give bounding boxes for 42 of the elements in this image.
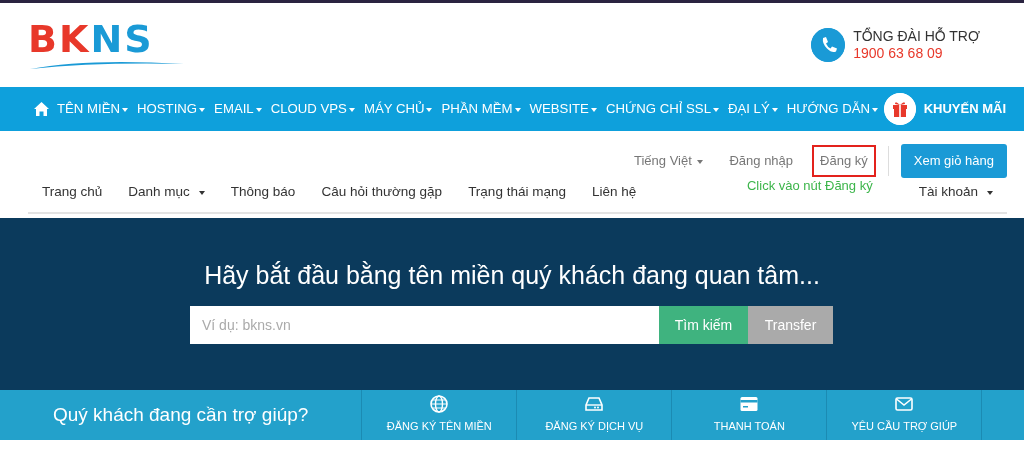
hotline-number[interactable]: 1900 63 68 09 [853, 44, 980, 63]
nav-menu-item[interactable]: WEBSITE [529, 99, 597, 119]
nav-link[interactable]: Trạng thái mạng [468, 182, 566, 203]
nav-link[interactable]: Thông báo [230, 182, 296, 203]
nav-link[interactable]: Liên hệ [591, 182, 637, 203]
promotion-link[interactable]: KHUYẾN MÃI [923, 99, 1006, 119]
nav-menu-item[interactable]: MÁY CHỦ [363, 99, 433, 119]
mail-icon [895, 395, 914, 414]
home-icon[interactable] [34, 102, 49, 116]
search-button[interactable]: Tìm kiếm [659, 306, 748, 344]
hero-title: Hãy bắt đầu bằng tên miền quý khách đang quan tâm... [204, 260, 820, 290]
help-option[interactable]: ĐĂNG KÝ TÊN MIỀN [361, 390, 517, 440]
help-option[interactable]: THANH TOÁN [671, 390, 827, 440]
nav-menu-item[interactable]: HOSTING [137, 99, 206, 119]
language-menu[interactable]: Tiếng Việt [627, 146, 711, 176]
nav-menu-item[interactable]: HƯỚNG DẪN [786, 99, 879, 119]
gift-icon[interactable] [883, 93, 916, 125]
nav-link[interactable]: Trang chủ [42, 182, 103, 203]
globe-icon [430, 395, 449, 414]
nav-link[interactable]: Danh mục [128, 182, 205, 203]
nav-menu-item[interactable]: PHẦN MỀM [441, 99, 521, 119]
annotation-text: Click vào nút Đăng ký [746, 176, 873, 195]
help-title: Quý khách đang cần trợ giúp? [52, 402, 309, 427]
account-link[interactable]: Đăng ký [812, 145, 876, 177]
account-menu[interactable]: Tài khoản [918, 182, 993, 203]
cart-button[interactable]: Xem giỏ hàng [900, 144, 1007, 178]
domain-search-field[interactable]: Ví dụ: bkns.vn [190, 306, 659, 344]
credit-card-icon [740, 395, 759, 414]
nav-menu-item[interactable]: TÊN MIỀN [57, 99, 128, 119]
nav-menu-item[interactable]: ĐẠI LÝ [727, 99, 778, 119]
phone-icon [811, 28, 846, 62]
nav-menu-item[interactable]: EMAIL [214, 99, 262, 119]
account-link[interactable]: Đăng nhập [722, 146, 801, 176]
help-option[interactable]: YÊU CẦU TRỢ GIÚP [826, 390, 982, 440]
nav-menu-item[interactable]: CHỨNG CHỈ SSL [605, 99, 719, 119]
hotline-label: TỔNG ĐÀI HỖ TRỢ [853, 27, 980, 45]
drive-icon [585, 395, 604, 414]
logo[interactable]: BKNS [28, 20, 186, 70]
nav-link[interactable]: Câu hỏi thường gặp [321, 182, 443, 203]
nav-menu-item[interactable]: CLOUD VPS [270, 99, 355, 119]
transfer-button[interactable]: Transfer [748, 306, 833, 344]
help-option[interactable]: ĐĂNG KÝ DỊCH VỤ [516, 390, 672, 440]
